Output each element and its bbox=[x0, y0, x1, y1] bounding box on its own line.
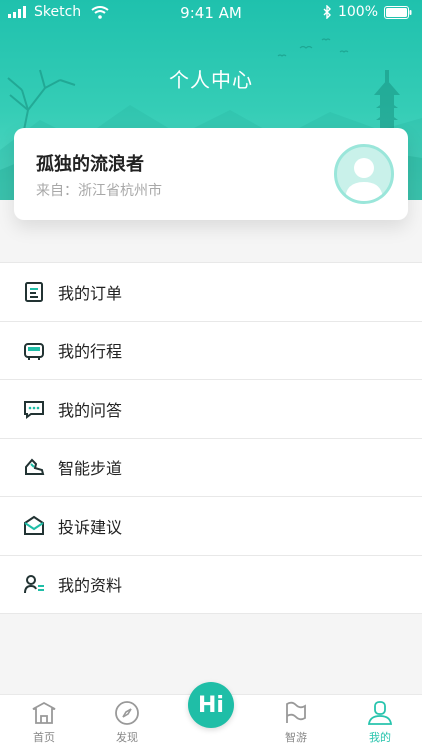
shoe-icon bbox=[22, 455, 46, 479]
status-right: 100% bbox=[323, 4, 412, 20]
bluetooth-icon bbox=[323, 5, 331, 19]
menu-item-profile[interactable]: 我的资料 bbox=[0, 555, 422, 614]
user-avatar-icon bbox=[345, 158, 383, 201]
menu-label: 我的订单 bbox=[58, 283, 123, 303]
tab-smart-tour[interactable]: 智游 bbox=[266, 699, 326, 749]
tab-mine[interactable]: 我的 bbox=[350, 699, 410, 749]
avatar[interactable] bbox=[334, 144, 394, 204]
menu-label: 我的资料 bbox=[58, 576, 123, 596]
envelope-icon bbox=[22, 514, 46, 538]
menu-label: 我的问答 bbox=[58, 400, 123, 420]
menu-label: 智能步道 bbox=[58, 459, 123, 479]
page-title: 个人中心 bbox=[169, 68, 253, 92]
hi-label: Hi bbox=[198, 692, 224, 718]
home-icon bbox=[32, 701, 56, 724]
menu-item-trips[interactable]: 我的行程 bbox=[0, 321, 422, 380]
menu-item-orders[interactable]: 我的订单 bbox=[0, 263, 422, 322]
chat-bubble-icon bbox=[22, 397, 46, 421]
tab-label: 首页 bbox=[33, 731, 55, 744]
profile-location: 来自：浙江省杭州市 bbox=[36, 183, 162, 199]
tab-label: 发现 bbox=[116, 731, 138, 744]
menu-item-qa[interactable]: 我的问答 bbox=[0, 380, 422, 439]
compass-icon bbox=[115, 701, 139, 725]
profile-name: 孤独的流浪者 bbox=[36, 154, 144, 175]
tab-discover[interactable]: 发现 bbox=[97, 699, 157, 749]
battery-text: 100% bbox=[337, 4, 378, 20]
menu-item-smart-trail[interactable]: 智能步道 bbox=[0, 438, 422, 497]
tab-label: 我的 bbox=[369, 731, 391, 744]
user-icon bbox=[367, 701, 393, 725]
menu-item-feedback[interactable]: 投诉建议 bbox=[0, 497, 422, 556]
tab-label: 智游 bbox=[285, 731, 307, 744]
tab-home[interactable]: 首页 bbox=[14, 699, 74, 749]
hi-chat-button[interactable]: Hi bbox=[188, 682, 234, 728]
menu-list: 我的订单 我的行程 我的问答 智能步道 投诉建议 我的资料 bbox=[0, 262, 422, 614]
menu-label: 投诉建议 bbox=[58, 517, 123, 537]
battery-icon bbox=[384, 5, 412, 19]
receipt-icon bbox=[22, 280, 46, 304]
tab-bar: 首页 发现 Hi 智游 我的 bbox=[0, 682, 422, 750]
flag-icon bbox=[286, 701, 306, 723]
profile-list-icon bbox=[22, 572, 46, 596]
menu-label: 我的行程 bbox=[58, 342, 123, 362]
bus-icon bbox=[22, 338, 46, 362]
profile-card[interactable]: 孤独的流浪者 来自：浙江省杭州市 bbox=[14, 128, 408, 220]
status-bar: Sketch 9:41 AM 100% bbox=[0, 0, 422, 26]
